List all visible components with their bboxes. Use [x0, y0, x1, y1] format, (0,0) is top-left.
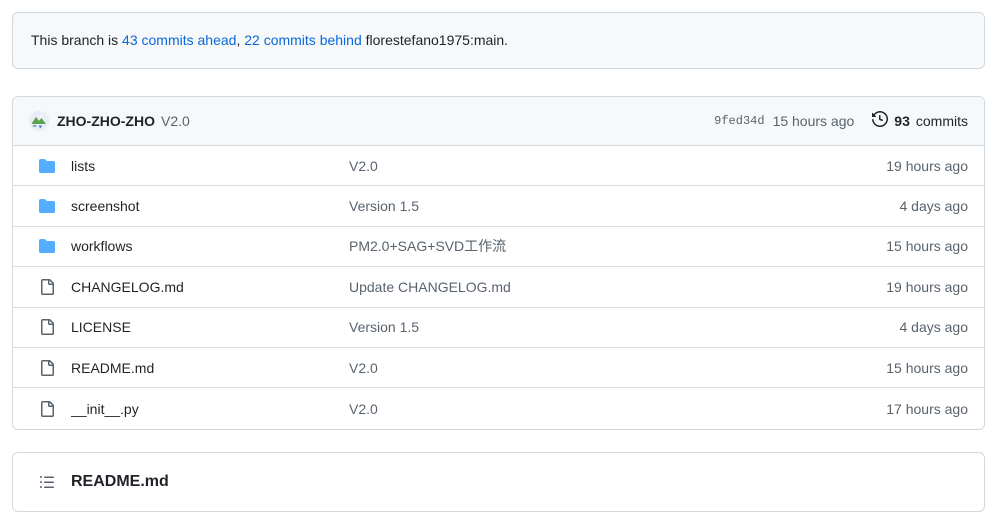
repository-file-browser: This branch is 43 commits ahead, 22 comm…: [0, 0, 997, 516]
table-row[interactable]: LICENSE Version 1.5 4 days ago: [13, 308, 984, 348]
file-name[interactable]: lists: [71, 158, 349, 174]
folder-icon: [39, 198, 55, 214]
branch-status-prefix: This branch is: [31, 32, 122, 48]
file-name[interactable]: workflows: [71, 238, 349, 254]
table-row[interactable]: screenshot Version 1.5 4 days ago: [13, 186, 984, 226]
branch-status-suffix: florestefano1975:main.: [362, 32, 508, 48]
file-commit-time: 15 hours ago: [886, 238, 968, 254]
commits-count-value: 93: [894, 113, 910, 129]
file-icon: [39, 319, 55, 335]
file-commit-message[interactable]: PM2.0+SAG+SVD工作流: [349, 236, 886, 256]
commit-hash[interactable]: 9fed34d: [714, 114, 764, 128]
commit-relative-time: 15 hours ago: [773, 113, 855, 129]
file-commit-message[interactable]: Version 1.5: [349, 319, 900, 335]
file-icon: [39, 279, 55, 295]
file-name[interactable]: CHANGELOG.md: [71, 279, 349, 295]
file-commit-message[interactable]: V2.0: [349, 158, 886, 174]
table-row[interactable]: CHANGELOG.md Update CHANGELOG.md 19 hour…: [13, 267, 984, 307]
commit-author[interactable]: ZHO-ZHO-ZHO: [57, 113, 155, 129]
file-name[interactable]: README.md: [71, 360, 349, 376]
file-commit-message[interactable]: V2.0: [349, 360, 886, 376]
file-commit-time: 17 hours ago: [886, 401, 968, 417]
file-name[interactable]: LICENSE: [71, 319, 349, 335]
table-row[interactable]: lists V2.0 19 hours ago: [13, 146, 984, 186]
file-icon: [39, 360, 55, 376]
file-commit-time: 4 days ago: [900, 198, 969, 214]
history-icon: [872, 111, 888, 132]
table-row[interactable]: README.md V2.0 15 hours ago: [13, 348, 984, 388]
file-listing-card: ZHO-ZHO-ZHO V2.0 9fed34d 15 hours ago 93…: [12, 96, 985, 430]
list-unordered-icon[interactable]: [39, 474, 55, 490]
file-commit-time: 19 hours ago: [886, 279, 968, 295]
commit-meta: 9fed34d 15 hours ago 93 commits: [714, 111, 968, 132]
file-commit-time: 19 hours ago: [886, 158, 968, 174]
table-row[interactable]: __init__.py V2.0 17 hours ago: [13, 388, 984, 428]
file-commit-time: 15 hours ago: [886, 360, 968, 376]
table-row[interactable]: workflows PM2.0+SAG+SVD工作流 15 hours ago: [13, 227, 984, 267]
folder-icon: [39, 238, 55, 254]
commits-behind-link[interactable]: 22 commits behind: [244, 32, 362, 48]
file-name[interactable]: screenshot: [71, 198, 349, 214]
file-commit-message[interactable]: Version 1.5: [349, 198, 900, 214]
file-commit-message[interactable]: V2.0: [349, 401, 886, 417]
file-rows: lists V2.0 19 hours ago screenshot Versi…: [13, 146, 984, 429]
file-icon: [39, 401, 55, 417]
branch-status-text: This branch is 43 commits ahead, 22 comm…: [31, 30, 508, 51]
folder-icon: [39, 158, 55, 174]
commit-message[interactable]: V2.0: [161, 113, 190, 129]
latest-commit-header: ZHO-ZHO-ZHO V2.0 9fed34d 15 hours ago 93…: [13, 97, 984, 146]
commits-count-button[interactable]: 93 commits: [872, 111, 968, 132]
commits-count-label: commits: [916, 113, 968, 129]
commits-ahead-link[interactable]: 43 commits ahead: [122, 32, 236, 48]
branch-status-banner: This branch is 43 commits ahead, 22 comm…: [12, 12, 985, 69]
readme-card: README.md: [12, 452, 985, 512]
file-name[interactable]: __init__.py: [71, 401, 349, 417]
readme-title: README.md: [71, 473, 169, 491]
file-commit-time: 4 days ago: [900, 319, 969, 335]
file-commit-message[interactable]: Update CHANGELOG.md: [349, 279, 886, 295]
avatar[interactable]: [29, 111, 49, 131]
